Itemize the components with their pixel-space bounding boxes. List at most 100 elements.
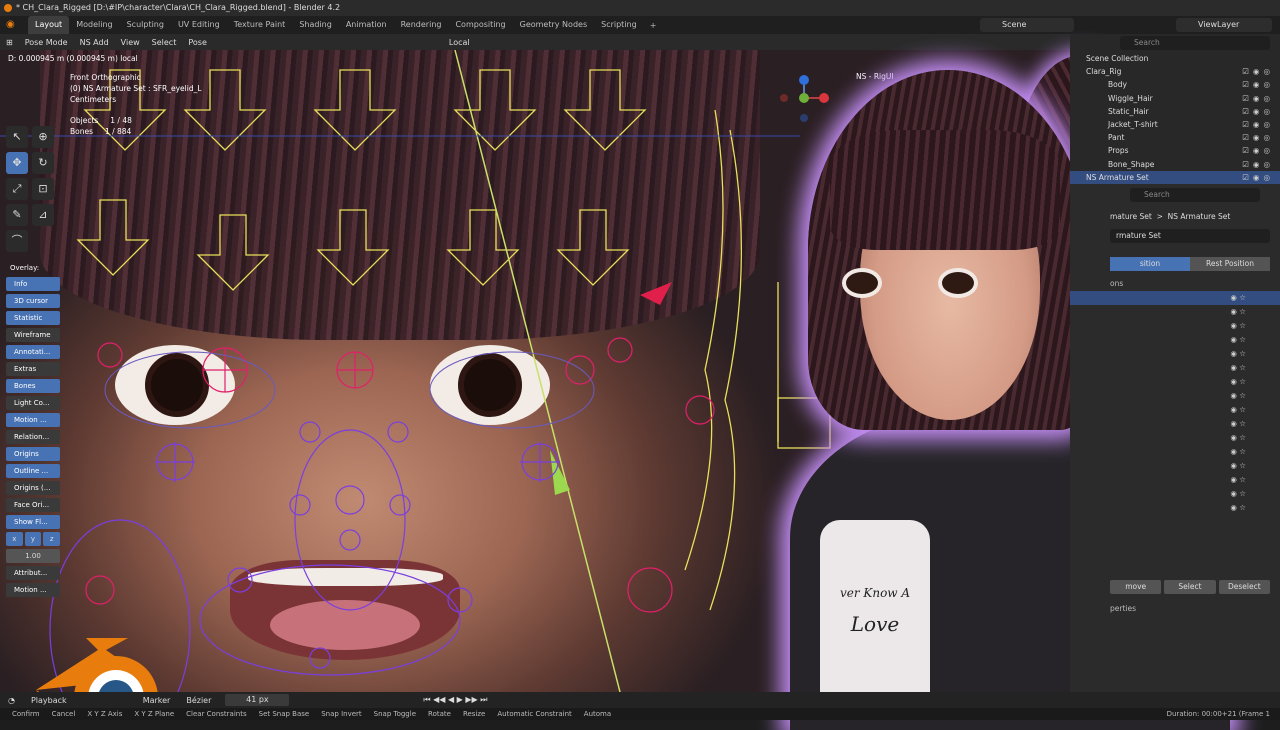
eye-star-icon[interactable]: ◉ ☆ <box>1230 431 1246 445</box>
outliner-row[interactable]: Wiggle_Hair ☑◉◎ <box>1070 92 1280 105</box>
properties-footer[interactable]: perties <box>1070 602 1136 616</box>
rest-position-button[interactable]: Rest Position <box>1190 257 1270 271</box>
select-tool-icon[interactable]: ↖ <box>6 126 28 148</box>
frame-field[interactable]: 41 px <box>225 694 290 706</box>
bone-collection-row[interactable]: ◉ ☆ <box>1070 403 1280 417</box>
eye-star-icon[interactable]: ◉ ☆ <box>1230 361 1246 375</box>
marker-menu[interactable]: Marker <box>135 696 179 705</box>
visibility-icons[interactable]: ☑◉◎ <box>1242 131 1274 144</box>
overlay-toggle-13[interactable]: Face Ori... <box>6 498 60 512</box>
bone-collection-row[interactable]: ◉ ☆ <box>1070 431 1280 445</box>
eye-star-icon[interactable]: ◉ ☆ <box>1230 347 1246 361</box>
eye-star-icon[interactable]: ◉ ☆ <box>1230 445 1246 459</box>
bone-collection-row[interactable]: ◉ ☆ <box>1070 291 1280 305</box>
tab-geometry-nodes[interactable]: Geometry Nodes <box>513 16 594 34</box>
playback-menu[interactable]: Playback <box>23 696 75 705</box>
outliner-row[interactable]: Jacket_T-shirt ☑◉◎ <box>1070 118 1280 131</box>
bone-collections-header[interactable]: ons <box>1070 277 1280 291</box>
tab-shading[interactable]: Shading <box>292 16 339 34</box>
eye-star-icon[interactable]: ◉ ☆ <box>1230 389 1246 403</box>
overlay-toggle-0[interactable]: Info <box>6 277 60 291</box>
tab-rendering[interactable]: Rendering <box>394 16 449 34</box>
visibility-icons[interactable]: ☑◉◎ <box>1242 171 1274 184</box>
menu-view[interactable]: View <box>115 38 146 47</box>
bone-collection-row[interactable]: ◉ ☆ <box>1070 459 1280 473</box>
tab-scripting[interactable]: Scripting <box>594 16 644 34</box>
overlay-toggle-8[interactable]: Motion ... <box>6 413 60 427</box>
deselect-button[interactable]: Deselect <box>1218 580 1270 594</box>
eye-star-icon[interactable]: ◉ ☆ <box>1230 305 1246 319</box>
interpolation-selector[interactable]: Bézier <box>178 696 219 705</box>
bone-collection-row[interactable]: ◉ ☆ <box>1070 501 1280 515</box>
bone-collection-row[interactable]: ◉ ☆ <box>1070 361 1280 375</box>
visibility-icons[interactable]: ☑◉◎ <box>1242 92 1274 105</box>
tab-compositing[interactable]: Compositing <box>448 16 512 34</box>
overlay-toggle-11[interactable]: Outline ... <box>6 464 60 478</box>
select-button[interactable]: Select <box>1164 580 1216 594</box>
overlay-toggle-9[interactable]: Relation... <box>6 430 60 444</box>
eye-star-icon[interactable]: ◉ ☆ <box>1230 417 1246 431</box>
overlay-toggle-12[interactable]: Origins (... <box>6 481 60 495</box>
add-workspace-button[interactable]: + <box>644 21 663 30</box>
eye-star-icon[interactable]: ◉ ☆ <box>1230 333 1246 347</box>
bone-collection-row[interactable]: ◉ ☆ <box>1070 347 1280 361</box>
overlay-toggle-2[interactable]: Statistic <box>6 311 60 325</box>
bone-collection-row[interactable]: ◉ ☆ <box>1070 417 1280 431</box>
outliner-row[interactable]: Body ☑◉◎ <box>1070 78 1280 91</box>
transform-tool-icon[interactable]: ⊡ <box>32 178 54 200</box>
outliner-row[interactable]: Static_Hair ☑◉◎ <box>1070 105 1280 118</box>
bone-size-tool-icon[interactable]: ⌒ <box>6 230 28 252</box>
bone-collection-row[interactable]: ◉ ☆ <box>1070 445 1280 459</box>
bone-collection-row[interactable]: ◉ ☆ <box>1070 487 1280 501</box>
bone-collection-row[interactable]: ◉ ☆ <box>1070 473 1280 487</box>
tab-layout[interactable]: Layout <box>28 16 70 34</box>
axis-z-toggle[interactable]: z <box>43 532 61 546</box>
move-tool-icon[interactable]: ✥ <box>6 152 28 174</box>
overlay-attribute-toggle[interactable]: Attribut... <box>6 566 60 580</box>
eye-star-icon[interactable]: ◉ ☆ <box>1230 375 1246 389</box>
overlay-toggle-4[interactable]: Annotati... <box>6 345 60 359</box>
eye-star-icon[interactable]: ◉ ☆ <box>1230 319 1246 333</box>
menu-ns-add[interactable]: NS Add <box>74 38 115 47</box>
overlay-scale-field[interactable]: 1.00 <box>6 549 60 563</box>
eye-star-icon[interactable]: ◉ ☆ <box>1230 291 1246 305</box>
overlay-toggle-7[interactable]: Light Co... <box>6 396 60 410</box>
annotate-tool-icon[interactable]: ✎ <box>6 204 28 226</box>
overlay-toggle-1[interactable]: 3D cursor <box>6 294 60 308</box>
pose-position-button[interactable]: sition <box>1110 257 1190 271</box>
tab-texture-paint[interactable]: Texture Paint <box>227 16 293 34</box>
blender-logo-icon[interactable]: ◉ <box>6 19 22 31</box>
overlay-toggle-5[interactable]: Extras <box>6 362 60 376</box>
scale-tool-icon[interactable]: ⤢ <box>6 178 28 200</box>
armature-datablock-field[interactable]: rmature Set <box>1110 229 1270 243</box>
scene-collection-row[interactable]: Scene Collection <box>1070 52 1280 65</box>
outliner-row[interactable]: Bone_Shape ☑◉◎ <box>1070 158 1280 171</box>
menu-select[interactable]: Select <box>146 38 183 47</box>
bone-collection-row[interactable]: ◉ ☆ <box>1070 375 1280 389</box>
outliner-row[interactable]: Props ☑◉◎ <box>1070 144 1280 157</box>
scene-selector[interactable]: Scene <box>980 18 1074 32</box>
menu-pose[interactable]: Pose <box>182 38 213 47</box>
bone-collection-row[interactable]: ◉ ☆ <box>1070 319 1280 333</box>
visibility-icons[interactable]: ☑◉◎ <box>1242 65 1274 78</box>
visibility-icons[interactable]: ☑◉◎ <box>1242 78 1274 91</box>
measure-tool-icon[interactable]: ⊿ <box>32 204 54 226</box>
transform-orientation[interactable]: Local <box>443 38 476 47</box>
visibility-icons[interactable]: ☑◉◎ <box>1242 105 1274 118</box>
navigation-gizmo[interactable] <box>778 72 830 124</box>
overlay-toggle-3[interactable]: Wireframe <box>6 328 60 342</box>
bone-collection-row[interactable]: ◉ ☆ <box>1070 389 1280 403</box>
eye-star-icon[interactable]: ◉ ☆ <box>1230 473 1246 487</box>
axis-x-toggle[interactable]: x <box>6 532 23 546</box>
remove-button[interactable]: move <box>1110 580 1162 594</box>
view-layer-selector[interactable]: ViewLayer <box>1176 18 1272 32</box>
timeline-editor-icon[interactable]: ◔ <box>0 696 23 705</box>
bone-collection-row[interactable]: ◉ ☆ <box>1070 333 1280 347</box>
overlay-toggle-14[interactable]: Show Fl... <box>6 515 60 529</box>
cursor-tool-icon[interactable]: ⊕ <box>32 126 54 148</box>
outliner-row[interactable]: Clara_Rig ☑◉◎ <box>1070 65 1280 78</box>
eye-star-icon[interactable]: ◉ ☆ <box>1230 403 1246 417</box>
tab-modeling[interactable]: Modeling <box>69 16 119 34</box>
tab-sculpting[interactable]: Sculpting <box>120 16 171 34</box>
tab-uv-editing[interactable]: UV Editing <box>171 16 227 34</box>
